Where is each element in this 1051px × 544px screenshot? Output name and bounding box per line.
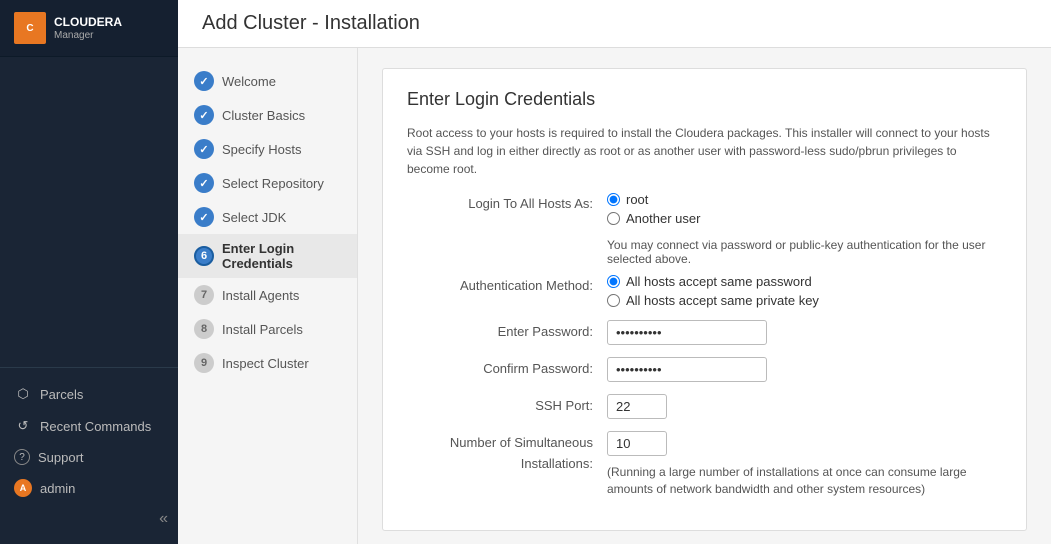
password-row: Enter Password:	[407, 320, 1002, 345]
step-circle-install-parcels: 8	[194, 319, 214, 339]
admin-label: admin	[40, 481, 75, 496]
step-label-enter-login-credentials: Enter Login Credentials	[222, 241, 341, 271]
radio-key-input[interactable]	[607, 294, 620, 307]
brand-sub: Manager	[54, 30, 122, 41]
radio-another-input[interactable]	[607, 212, 620, 225]
step-circle-install-agents: 7	[194, 285, 214, 305]
step-circle-select-jdk: ✓	[194, 207, 214, 227]
simultaneous-input[interactable]	[607, 431, 667, 456]
simultaneous-note: (Running a large number of installations…	[607, 464, 1002, 498]
step-label-cluster-basics: Cluster Basics	[222, 108, 305, 123]
auth-options: All hosts accept same password All hosts…	[607, 274, 819, 308]
step-label-select-repository: Select Repository	[222, 176, 324, 191]
step-select-repository[interactable]: ✓ Select Repository	[178, 166, 357, 200]
confirm-password-control	[607, 357, 767, 382]
step-label-install-agents: Install Agents	[222, 288, 299, 303]
confirm-password-row: Confirm Password:	[407, 357, 1002, 382]
step-select-jdk[interactable]: ✓ Select JDK	[178, 200, 357, 234]
step-circle-welcome: ✓	[194, 71, 214, 91]
sidebar-item-admin[interactable]: A admin	[0, 472, 178, 504]
content-card: Enter Login Credentials Root access to y…	[382, 68, 1027, 531]
radio-key-label: All hosts accept same private key	[626, 293, 819, 308]
recent-commands-icon: ↺	[14, 417, 32, 435]
confirm-password-input[interactable]	[607, 357, 767, 382]
login-options: root Another user	[607, 192, 700, 226]
step-label-select-jdk: Select JDK	[222, 210, 286, 225]
simultaneous-row: Number of Simultaneous Installations: (R…	[407, 431, 1002, 498]
auth-method-row: Authentication Method: All hosts accept …	[407, 274, 1002, 308]
step-inspect-cluster[interactable]: 9 Inspect Cluster	[178, 346, 357, 380]
content-panel: Enter Login Credentials Root access to y…	[358, 48, 1051, 544]
step-circle-enter-login-credentials: 6	[194, 246, 214, 266]
ssh-port-row: SSH Port:	[407, 394, 1002, 419]
radio-another-label: Another user	[626, 211, 700, 226]
ssh-port-input[interactable]	[607, 394, 667, 419]
sidebar-nav	[0, 57, 178, 367]
step-install-parcels[interactable]: 8 Install Parcels	[178, 312, 357, 346]
login-label: Login To All Hosts As:	[407, 192, 607, 215]
step-circle-inspect-cluster: 9	[194, 353, 214, 373]
main-content: Add Cluster - Installation ✓ Welcome ✓ C…	[178, 0, 1051, 544]
radio-root-label: root	[626, 192, 648, 207]
step-install-agents[interactable]: 7 Install Agents	[178, 278, 357, 312]
step-label-inspect-cluster: Inspect Cluster	[222, 356, 309, 371]
radio-private-key[interactable]: All hosts accept same private key	[607, 293, 819, 308]
sidebar-item-parcels[interactable]: ⬡ Parcels	[0, 378, 178, 410]
confirm-password-label: Confirm Password:	[407, 357, 607, 380]
simultaneous-label: Number of Simultaneous Installations:	[407, 431, 607, 475]
radio-password[interactable]: All hosts accept same password	[607, 274, 819, 289]
step-label-install-parcels: Install Parcels	[222, 322, 303, 337]
auth-note: You may connect via password or public-k…	[607, 238, 1002, 266]
password-input[interactable]	[607, 320, 767, 345]
page-title: Add Cluster - Installation	[178, 0, 1051, 48]
simultaneous-control: (Running a large number of installations…	[607, 431, 1002, 498]
password-control	[607, 320, 767, 345]
step-label-welcome: Welcome	[222, 74, 276, 89]
sidebar: C CLOUDERA Manager ⬡ Parcels ↺ Recent Co…	[0, 0, 178, 544]
auth-method-label: Authentication Method:	[407, 274, 607, 297]
main-body: ✓ Welcome ✓ Cluster Basics ✓ Specify Hos…	[178, 48, 1051, 544]
step-label-specify-hosts: Specify Hosts	[222, 142, 301, 157]
sidebar-item-recent-commands[interactable]: ↺ Recent Commands	[0, 410, 178, 442]
sidebar-footer: ⬡ Parcels ↺ Recent Commands ? Support A …	[0, 367, 178, 544]
step-cluster-basics[interactable]: ✓ Cluster Basics	[178, 98, 357, 132]
collapse-button[interactable]: «	[0, 504, 178, 534]
steps-panel: ✓ Welcome ✓ Cluster Basics ✓ Specify Hos…	[178, 48, 358, 544]
radio-root-input[interactable]	[607, 193, 620, 206]
cloudera-logo: C	[14, 12, 46, 44]
radio-root[interactable]: root	[607, 192, 700, 207]
card-title: Enter Login Credentials	[407, 89, 1002, 110]
password-label: Enter Password:	[407, 320, 607, 343]
ssh-port-label: SSH Port:	[407, 394, 607, 417]
ssh-port-control	[607, 394, 667, 419]
support-label: Support	[38, 450, 84, 465]
radio-password-input[interactable]	[607, 275, 620, 288]
radio-password-label: All hosts accept same password	[626, 274, 812, 289]
step-specify-hosts[interactable]: ✓ Specify Hosts	[178, 132, 357, 166]
radio-another-user[interactable]: Another user	[607, 211, 700, 226]
step-circle-select-repository: ✓	[194, 173, 214, 193]
parcels-label: Parcels	[40, 387, 83, 402]
step-enter-login-credentials[interactable]: 6 Enter Login Credentials	[178, 234, 357, 278]
info-text: Root access to your hosts is required to…	[407, 124, 1002, 178]
step-circle-specify-hosts: ✓	[194, 139, 214, 159]
parcels-icon: ⬡	[14, 385, 32, 403]
sidebar-header: C CLOUDERA Manager	[0, 0, 178, 57]
login-hosts-row: Login To All Hosts As: root Another user	[407, 192, 1002, 226]
step-circle-cluster-basics: ✓	[194, 105, 214, 125]
step-welcome[interactable]: ✓ Welcome	[178, 64, 357, 98]
support-icon: ?	[14, 449, 30, 465]
sidebar-item-support[interactable]: ? Support	[0, 442, 178, 472]
recent-commands-label: Recent Commands	[40, 419, 151, 434]
admin-avatar: A	[14, 479, 32, 497]
brand-name: CLOUDERA	[54, 15, 122, 29]
